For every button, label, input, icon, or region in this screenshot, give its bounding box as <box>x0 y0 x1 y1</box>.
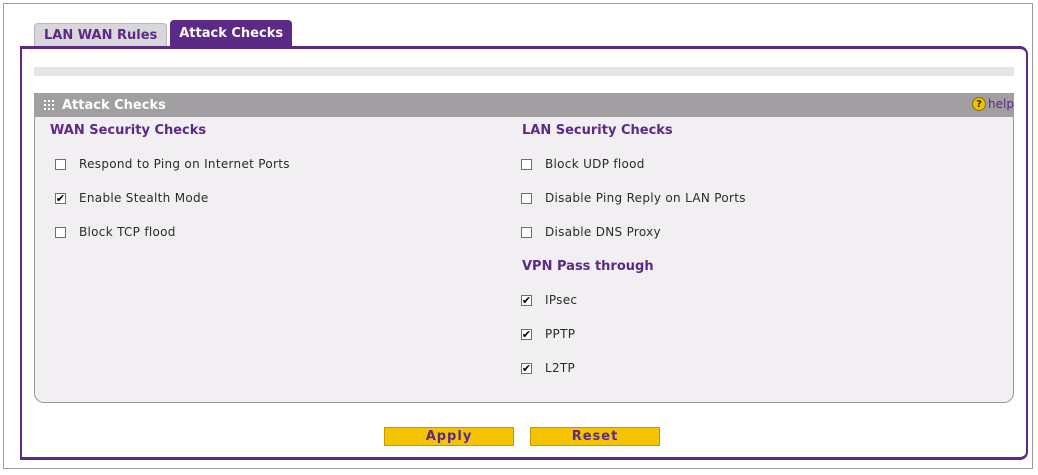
enable-stealth-mode-row[interactable]: ✔ Enable Stealth Mode <box>55 191 209 205</box>
ipsec-checkbox[interactable]: ✔ <box>521 294 532 306</box>
help-link[interactable]: ? help <box>972 97 1014 111</box>
respond-ping-internet-checkbox[interactable] <box>55 158 66 170</box>
pptp-row[interactable]: ✔ PPTP <box>521 327 575 341</box>
l2tp-row[interactable]: ✔ L2TP <box>521 361 575 375</box>
help-label: help <box>988 97 1014 111</box>
pptp-label: PPTP <box>545 327 576 341</box>
block-tcp-flood-checkbox[interactable] <box>55 226 66 238</box>
tab-lan-wan-rules[interactable]: LAN WAN Rules <box>34 23 168 47</box>
disable-dns-proxy-row[interactable]: Disable DNS Proxy <box>521 225 661 239</box>
l2tp-checkbox[interactable]: ✔ <box>521 362 532 374</box>
disable-ping-reply-lan-label: Disable Ping Reply on LAN Ports <box>545 191 746 205</box>
disable-ping-reply-lan-row[interactable]: Disable Ping Reply on LAN Ports <box>521 191 746 205</box>
tab-bar: LAN WAN Rules Attack Checks <box>34 20 293 47</box>
block-tcp-flood-row[interactable]: Block TCP flood <box>55 225 176 239</box>
block-udp-flood-checkbox[interactable] <box>521 158 532 170</box>
wan-security-heading: WAN Security Checks <box>50 123 207 138</box>
respond-ping-internet-label: Respond to Ping on Internet Ports <box>79 157 290 171</box>
enable-stealth-mode-checkbox[interactable]: ✔ <box>55 192 66 204</box>
block-tcp-flood-label: Block TCP flood <box>79 225 176 239</box>
disable-dns-proxy-checkbox[interactable] <box>521 226 532 238</box>
ipsec-row[interactable]: ✔ IPsec <box>521 293 577 307</box>
disable-dns-proxy-label: Disable DNS Proxy <box>545 225 661 239</box>
vpn-pass-through-heading: VPN Pass through <box>522 259 654 274</box>
respond-ping-internet-row[interactable]: Respond to Ping on Internet Ports <box>55 157 290 171</box>
tab-attack-checks[interactable]: Attack Checks <box>170 20 293 47</box>
grip-icon <box>44 100 54 110</box>
l2tp-label: L2TP <box>545 361 576 375</box>
attack-checks-body: WAN Security Checks Respond to Ping on I… <box>34 117 1014 403</box>
block-udp-flood-row[interactable]: Block UDP flood <box>521 157 645 171</box>
pptp-checkbox[interactable]: ✔ <box>521 328 532 340</box>
ipsec-label: IPsec <box>545 293 578 307</box>
top-divider-strip <box>34 67 1014 76</box>
reset-button[interactable]: Reset <box>530 427 660 446</box>
disable-ping-reply-lan-checkbox[interactable] <box>521 192 532 204</box>
block-udp-flood-label: Block UDP flood <box>545 157 645 171</box>
apply-button[interactable]: Apply <box>384 427 514 446</box>
lan-security-heading: LAN Security Checks <box>522 123 673 138</box>
section-header: Attack Checks ? help <box>34 93 1014 117</box>
enable-stealth-mode-label: Enable Stealth Mode <box>79 191 209 205</box>
help-icon: ? <box>972 97 987 111</box>
section-title: Attack Checks <box>62 97 166 113</box>
main-panel: Attack Checks ? help WAN Security Checks… <box>20 46 1028 460</box>
